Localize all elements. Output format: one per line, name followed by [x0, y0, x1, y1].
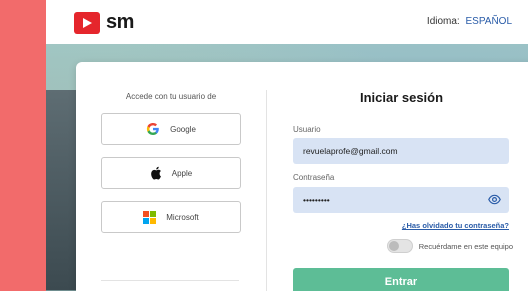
brand-name: sm [106, 11, 134, 33]
forgot-password-link[interactable]: ¿Has olvidado tu contraseña? [293, 221, 509, 230]
password-label: Contraseña [293, 173, 335, 182]
language-value[interactable]: ESPAÑOL [466, 16, 513, 27]
apple-icon [150, 166, 161, 180]
language-label: Idioma: [426, 16, 460, 27]
microsoft-icon [143, 210, 157, 224]
toggle-knob [388, 241, 399, 251]
column-divider [266, 90, 267, 291]
username-label: Usuario [293, 125, 321, 134]
login-window: sm Idioma: ESPAÑOL Accede con tu usuario… [46, 0, 528, 291]
submit-button[interactable]: Entrar [293, 268, 509, 291]
microsoft-login-button[interactable]: Microsoft [101, 201, 241, 233]
login-form: Iniciar sesión Usuario revuelaprofe@gmai… [293, 62, 513, 291]
play-logo-icon [74, 11, 100, 34]
apple-login-button[interactable]: Apple [101, 157, 241, 189]
username-value: revuelaprofe@gmail.com [303, 146, 398, 156]
social-login-title: Accede con tu usuario de [125, 92, 217, 101]
remember-label: Recuérdame en este equipo [418, 241, 513, 251]
social-login-panel: Accede con tu usuario de Google Apple Mi… [76, 62, 266, 291]
google-login-button[interactable]: Google [101, 113, 241, 145]
google-icon [146, 123, 159, 135]
remember-toggle[interactable] [386, 239, 413, 253]
login-card: Accede con tu usuario de Google Apple Mi… [76, 62, 528, 291]
brand-logo[interactable]: sm [74, 11, 134, 34]
top-bar: sm Idioma: ESPAÑOL [46, 0, 528, 44]
page-title: Iniciar sesión [359, 90, 444, 105]
show-password-icon[interactable] [488, 194, 501, 205]
username-field[interactable]: revuelaprofe@gmail.com [293, 138, 509, 164]
remember-me: Recuérdame en este equipo [386, 239, 513, 253]
microsoft-label: Microsoft [166, 212, 199, 222]
language-selector[interactable]: Idioma: ESPAÑOL [427, 16, 512, 27]
password-field[interactable]: ••••••••• [293, 187, 509, 213]
password-value: ••••••••• [303, 195, 330, 205]
apple-label: Apple [171, 168, 193, 178]
google-label: Google [170, 124, 196, 134]
divider [101, 280, 239, 281]
